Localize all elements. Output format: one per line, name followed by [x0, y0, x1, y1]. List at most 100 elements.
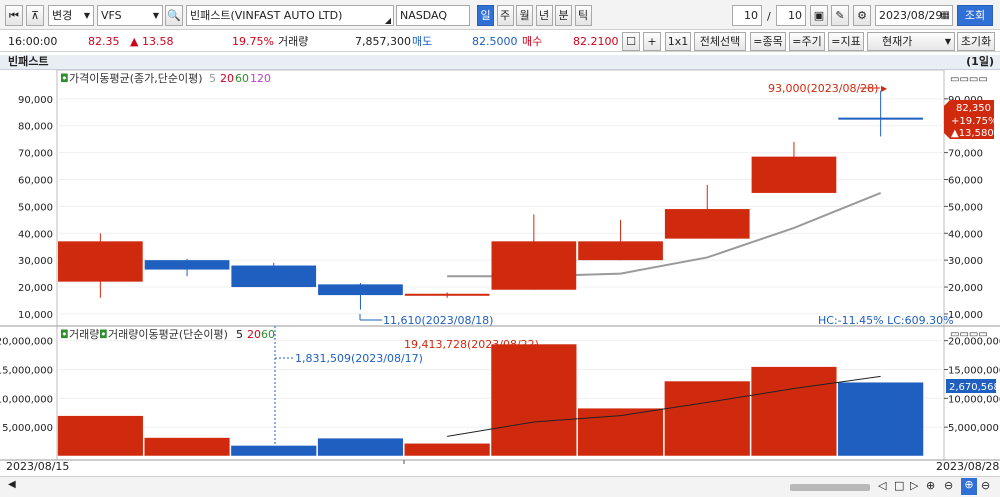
candle-body — [144, 260, 230, 270]
volume-legend-marker-icon: ◘ — [60, 328, 69, 341]
candle-body — [318, 284, 403, 296]
symbol-dropdown[interactable]: VFS — [97, 5, 163, 26]
volume-tick-label-right: 15,000,000 — [948, 365, 1000, 376]
count-separator: / — [767, 10, 771, 23]
price-panel-controls-icon[interactable]: ▭▭▭▭ — [950, 74, 988, 85]
volume-panel-controls-icon[interactable]: ▭▭▭▭ — [950, 329, 988, 340]
x-axis-end-date: 2023/08/28 — [936, 460, 999, 473]
scrollbar-thumb[interactable] — [790, 484, 870, 491]
candle-body — [491, 241, 577, 290]
period-tab-5[interactable]: 틱 — [574, 5, 592, 26]
volume-bar — [490, 343, 577, 457]
x-axis-start-date: 2023/08/15 — [6, 460, 69, 473]
volume-min-annotation: 1,831,509(2023/08/17) — [295, 352, 423, 365]
item-button[interactable]: =종목 — [750, 32, 786, 51]
candle-body — [578, 241, 663, 261]
ratio-button[interactable]: 1x1 — [665, 32, 691, 51]
current-price-label: 현재가 — [882, 35, 913, 48]
price-legend-ma60: 60 — [235, 72, 249, 85]
change-dropdown[interactable]: 변경 — [48, 5, 94, 26]
price-tick-label-right: 30,000 — [948, 256, 983, 267]
price-tick-label-left: 30,000 — [18, 256, 53, 267]
checkbox-icon[interactable]: ☐ — [622, 32, 640, 51]
price-legend-ma20: 20 — [220, 72, 234, 85]
nav-next-icon[interactable]: ▷ — [910, 479, 918, 492]
pin-icon[interactable]: ⊼ — [26, 5, 44, 26]
price-tick-label-left: 90,000 — [18, 95, 53, 106]
volume-max-annotation: 19,413,728(2023/08/22) — [404, 338, 539, 351]
volume-tick-label-right: 5,000,000 — [948, 423, 999, 434]
period-tab-3[interactable]: 년 — [535, 5, 553, 26]
price-legend-title: 가격이동평균(종가,단순이평) — [69, 72, 203, 85]
date-value: 2023/08/29 — [879, 9, 943, 22]
count-input[interactable]: 10 — [732, 5, 762, 26]
volume-bar — [404, 443, 491, 457]
volume-bar — [143, 437, 231, 457]
plus-button[interactable]: + — [643, 32, 661, 51]
ask-label: 매도 — [412, 35, 433, 48]
quote-change-pct: 19.75% — [232, 35, 274, 48]
date-input[interactable]: 2023/08/29 ▦ — [875, 5, 953, 26]
market-value: NASDAQ — [400, 9, 448, 22]
nav-prev-icon[interactable]: ◁ — [878, 479, 886, 492]
period-tab-4[interactable]: 분 — [555, 5, 572, 26]
save-icon[interactable]: ▣ — [810, 5, 828, 26]
volume-bar — [837, 381, 924, 457]
ask-value: 82.5000 — [472, 35, 518, 48]
zoom-fit-icon[interactable]: ⊖ — [981, 479, 990, 492]
period-tab-1[interactable]: 주 — [496, 5, 514, 26]
volume-legend-ma5: 5 — [236, 328, 243, 341]
pen-icon[interactable]: ✎ — [831, 5, 849, 26]
candle-body — [404, 293, 490, 296]
select-all-button[interactable]: 전체선택 — [694, 32, 746, 51]
calendar-icon[interactable]: ▦ — [941, 6, 950, 25]
chevron-down-icon: ▼ — [944, 37, 951, 46]
bottom-scroll-bar: ◀ ◁ □ ▷ ⊕ ⊖ ⊕ ⊖ — [0, 476, 1000, 497]
market-field: NASDAQ — [396, 5, 470, 26]
volume-legend-title-1: 거래량 — [69, 328, 99, 341]
volume-value: 7,857,300 — [355, 35, 411, 48]
change-label: 변경 — [52, 9, 73, 22]
volume-bar — [664, 380, 751, 457]
zoom-in-icon[interactable]: ⊕ — [926, 479, 935, 492]
stock-chart[interactable]: 10,000 20,000 30,000 40,000 50,000 60,000 70,0… — [0, 70, 1000, 476]
chart-title-bar: 빈패스트 (1일) — [0, 55, 1000, 70]
stock-name: 빈패스트(VINFAST AUTO LTD) — [190, 9, 343, 22]
chart-stock-name: 빈패스트 — [8, 55, 49, 68]
period-tab-0[interactable]: 일 — [477, 5, 494, 26]
total-value: 10 — [788, 9, 802, 22]
current-price-dropdown[interactable]: 현재가 ▼ — [867, 32, 955, 51]
current-price-tag-change: ▲13,580 — [951, 128, 994, 139]
reset-button[interactable]: 초기화 — [957, 32, 995, 51]
scroll-left-icon[interactable]: ◀ — [8, 479, 16, 490]
zoom-out-icon[interactable]: ⊖ — [944, 479, 953, 492]
quote-info-row: 16:00:00 82.35 ▲ 13.58 19.75% 거래량 7,857,… — [0, 30, 1000, 52]
period-tab-2[interactable]: 월 — [516, 5, 533, 26]
volume-legend-ma60: 60 — [261, 328, 275, 341]
candle-body — [58, 241, 143, 282]
zoom-reset-icon[interactable]: ⊕ — [961, 478, 977, 495]
nav-stop-icon[interactable]: □ — [894, 479, 904, 492]
total-input[interactable]: 10 — [776, 5, 806, 26]
volume-bar — [57, 415, 144, 457]
price-tick-label-left: 70,000 — [18, 149, 53, 160]
price-tick-label-left: 60,000 — [18, 175, 53, 186]
index-button[interactable]: =지표 — [828, 32, 864, 51]
symbol-value: VFS — [101, 9, 122, 22]
price-tick-label-right: 50,000 — [948, 202, 983, 213]
price-tick-label-right: 70,000 — [948, 149, 983, 160]
quote-time: 16:00:00 — [8, 35, 58, 48]
first-icon[interactable]: ⏮ — [5, 5, 23, 26]
volume-bar — [750, 366, 838, 457]
stock-name-field[interactable]: 빈패스트(VINFAST AUTO LTD) ◢ — [186, 5, 394, 26]
search-icon[interactable]: 🔍 — [165, 5, 183, 26]
candle-body — [751, 156, 837, 193]
price-tick-label-right: 60,000 — [948, 175, 983, 186]
count-value: 10 — [744, 9, 758, 22]
price-legend-ma5: 5 — [209, 72, 216, 85]
query-label: 조회 — [964, 9, 986, 22]
current-price-tag-value: 82,350 — [956, 103, 991, 114]
period-button[interactable]: =주기 — [789, 32, 825, 51]
query-button[interactable]: 조회 — [957, 5, 993, 26]
settings-icon[interactable]: ⚙ — [853, 5, 871, 26]
